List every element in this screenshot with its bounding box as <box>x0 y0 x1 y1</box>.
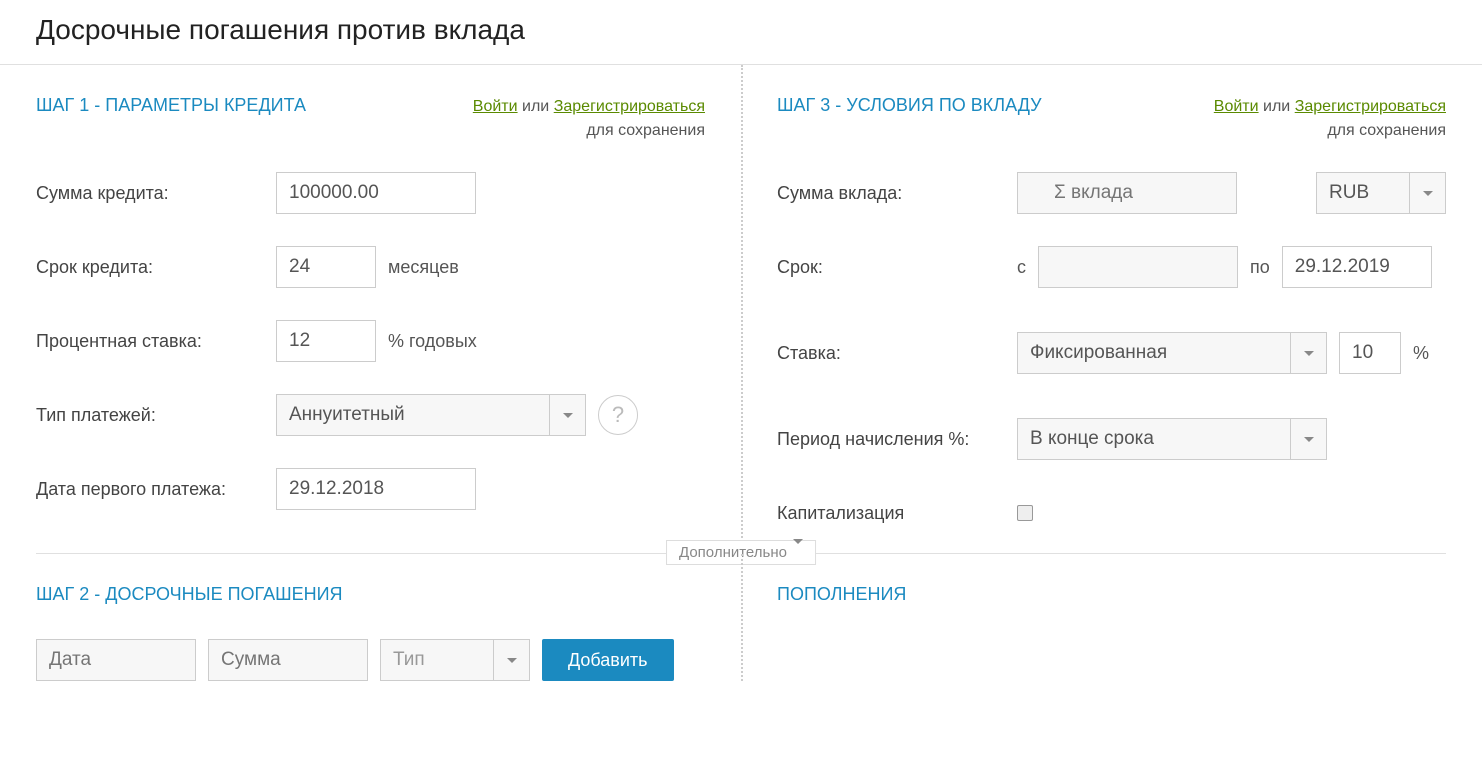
loan-amount-input[interactable] <box>276 172 476 214</box>
loan-amount-label: Сумма кредита: <box>36 183 276 204</box>
interest-period-label: Период начисления %: <box>777 429 1017 450</box>
capitalization-checkbox[interactable] <box>1017 505 1033 521</box>
auth-note: для сохранения <box>586 122 705 139</box>
step1-column: ШАГ 1 - ПАРАМЕТРЫ КРЕДИТА Войти или Заре… <box>0 65 741 553</box>
loan-term-label: Срок кредита: <box>36 257 276 278</box>
early-sum-input[interactable] <box>208 639 368 681</box>
chevron-down-icon <box>493 640 529 680</box>
payment-type-label: Тип платежей: <box>36 405 276 426</box>
payment-type-row: Тип платежей: Аннуитетный ? <box>36 393 705 437</box>
help-icon[interactable]: ? <box>598 395 638 435</box>
step2-column: ШАГ 2 - ДОСРОЧНЫЕ ПОГАШЕНИЯ Тип Добавить <box>0 554 741 681</box>
vertical-divider <box>741 65 743 553</box>
deposit-amount-row: Сумма вклада: RUB <box>777 171 1446 215</box>
loan-term-unit: месяцев <box>388 257 459 278</box>
deposit-term-from-input[interactable] <box>1038 246 1238 288</box>
deposit-rate-unit: % <box>1413 343 1429 364</box>
refill-column: ПОПОЛНЕНИЯ <box>741 554 1482 681</box>
deposit-rate-input[interactable] <box>1339 332 1401 374</box>
first-payment-label: Дата первого платежа: <box>36 479 276 500</box>
early-payment-inputs: Тип Добавить <box>36 639 705 681</box>
currency-select[interactable]: RUB <box>1316 172 1446 214</box>
payment-type-value: Аннуитетный <box>289 404 405 426</box>
capitalization-row: Капитализация <box>777 491 1446 535</box>
page-title: Досрочные погашения против вклада <box>0 0 1482 64</box>
register-link-right[interactable]: Зарегистрироваться <box>1295 98 1446 115</box>
step3-column: ШАГ 3 - УСЛОВИЯ ПО ВКЛАДУ Войти или Заре… <box>741 65 1482 553</box>
vertical-divider-bottom <box>741 554 743 681</box>
interest-period-value: В конце срока <box>1030 428 1154 450</box>
auth-note-right: для сохранения <box>1327 122 1446 139</box>
first-payment-input[interactable] <box>276 468 476 510</box>
deposit-term-to-input[interactable] <box>1282 246 1432 288</box>
term-to-label: по <box>1250 257 1270 278</box>
loan-rate-row: Процентная ставка: % годовых <box>36 319 705 363</box>
refill-title: ПОПОЛНЕНИЯ <box>777 584 1446 605</box>
deposit-term-row: Срок: с по <box>777 245 1446 289</box>
interest-period-row: Период начисления %: В конце срока <box>777 417 1446 461</box>
step1-header: ШАГ 1 - ПАРАМЕТРЫ КРЕДИТА Войти или Заре… <box>36 95 705 143</box>
interest-period-select[interactable]: В конце срока <box>1017 418 1327 460</box>
bottom-columns: ШАГ 2 - ДОСРОЧНЫЕ ПОГАШЕНИЯ Тип Добавить… <box>0 554 1482 681</box>
loan-rate-input[interactable] <box>276 320 376 362</box>
deposit-amount-label: Сумма вклада: <box>777 183 1017 204</box>
rate-type-select[interactable]: Фиксированная <box>1017 332 1327 374</box>
loan-rate-unit: % годовых <box>388 331 477 352</box>
early-type-placeholder: Тип <box>393 649 425 671</box>
step2-title: ШАГ 2 - ДОСРОЧНЫЕ ПОГАШЕНИЯ <box>36 584 705 605</box>
chevron-down-icon <box>549 395 585 435</box>
chevron-down-icon <box>1290 333 1326 373</box>
currency-value: RUB <box>1329 182 1369 204</box>
register-link[interactable]: Зарегистрироваться <box>554 98 705 115</box>
chevron-down-icon <box>1290 419 1326 459</box>
main-columns: ШАГ 1 - ПАРАМЕТРЫ КРЕДИТА Войти или Заре… <box>0 65 1482 553</box>
auth-or-right: или <box>1263 98 1290 115</box>
payment-type-select[interactable]: Аннуитетный <box>276 394 586 436</box>
step1-title: ШАГ 1 - ПАРАМЕТРЫ КРЕДИТА <box>36 95 306 116</box>
loan-amount-row: Сумма кредита: <box>36 171 705 215</box>
deposit-rate-label: Ставка: <box>777 343 1017 364</box>
capitalization-label: Капитализация <box>777 503 1017 524</box>
auth-block-right: Войти или Зарегистрироваться для сохране… <box>1214 95 1446 143</box>
loan-rate-label: Процентная ставка: <box>36 331 276 352</box>
rate-type-value: Фиксированная <box>1030 342 1167 364</box>
add-button[interactable]: Добавить <box>542 639 674 681</box>
chevron-down-icon <box>1409 173 1445 213</box>
first-payment-row: Дата первого платежа: <box>36 467 705 511</box>
deposit-amount-input[interactable] <box>1017 172 1237 214</box>
loan-term-row: Срок кредита: месяцев <box>36 245 705 289</box>
loan-term-input[interactable] <box>276 246 376 288</box>
login-link-right[interactable]: Войти <box>1214 98 1259 115</box>
login-link[interactable]: Войти <box>473 98 518 115</box>
step3-title: ШАГ 3 - УСЛОВИЯ ПО ВКЛАДУ <box>777 95 1042 116</box>
term-from-label: с <box>1017 257 1026 278</box>
auth-or: или <box>522 98 549 115</box>
early-date-input[interactable] <box>36 639 196 681</box>
early-type-select[interactable]: Тип <box>380 639 530 681</box>
deposit-term-label: Срок: <box>777 257 1017 278</box>
auth-block-left: Войти или Зарегистрироваться для сохране… <box>473 95 705 143</box>
step3-header: ШАГ 3 - УСЛОВИЯ ПО ВКЛАДУ Войти или Заре… <box>777 95 1446 143</box>
deposit-rate-row: Ставка: Фиксированная % <box>777 331 1446 375</box>
